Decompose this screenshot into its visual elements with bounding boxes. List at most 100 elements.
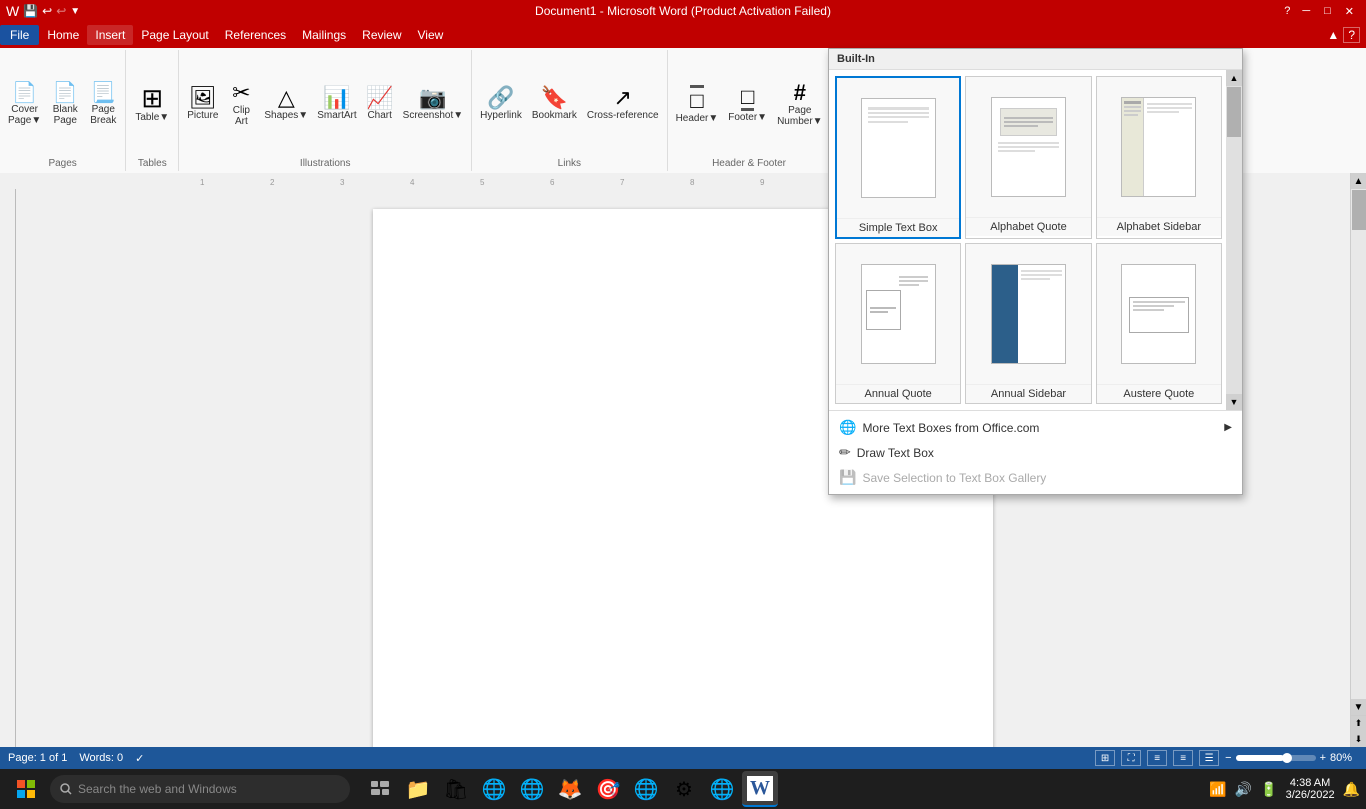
more-text-boxes-btn[interactable]: 🌐 More Text Boxes from Office.com ▶ bbox=[829, 415, 1242, 440]
zoom-level: 80% bbox=[1330, 752, 1358, 764]
chrome-btn[interactable]: 🌐 bbox=[514, 771, 550, 807]
hyperlink-btn[interactable]: 🔗 Hyperlink bbox=[476, 85, 526, 123]
scroll-thumb[interactable] bbox=[1352, 190, 1366, 230]
smartart-btn[interactable]: 📊 SmartArt bbox=[313, 85, 360, 123]
dropdown-scroll-down[interactable]: ▼ bbox=[1226, 394, 1242, 410]
title-text: Document1 - Microsoft Word (Product Acti… bbox=[535, 4, 831, 18]
prev-page-btn[interactable]: ⬆ bbox=[1351, 715, 1366, 731]
zoom-out-btn[interactable]: − bbox=[1225, 752, 1231, 764]
app7-btn[interactable]: 🌐 bbox=[628, 771, 664, 807]
taskbar-clock[interactable]: 4:38 AM 3/26/2022 bbox=[1286, 777, 1335, 801]
help-btn[interactable]: ? bbox=[1280, 5, 1294, 18]
menu-mailings[interactable]: Mailings bbox=[294, 25, 354, 45]
dropdown-item-simple-text-box[interactable]: Simple Text Box bbox=[835, 76, 961, 239]
taskview-btn[interactable] bbox=[362, 771, 398, 807]
app6-btn[interactable]: 🎯 bbox=[590, 771, 626, 807]
alphabet-quote-preview bbox=[966, 77, 1090, 217]
qat-undo[interactable]: ↩ bbox=[42, 4, 52, 18]
scroll-track bbox=[1351, 189, 1366, 699]
battery-icon: 🔋 bbox=[1260, 781, 1277, 798]
view-draft-btn[interactable]: ☰ bbox=[1199, 750, 1219, 766]
dropdown-item-alphabet-sidebar[interactable]: Alphabet Sidebar bbox=[1096, 76, 1222, 239]
cross-reference-btn[interactable]: ↗ Cross-reference bbox=[583, 85, 663, 123]
notification-btn[interactable]: 🔔 bbox=[1343, 781, 1360, 798]
menu-pagelayout[interactable]: Page Layout bbox=[133, 25, 216, 45]
dropdown-scroll-up[interactable]: ▲ bbox=[1226, 70, 1242, 86]
view-print-btn[interactable]: ⊞ bbox=[1095, 750, 1115, 766]
draw-text-box-btn[interactable]: ✏ Draw Text Box bbox=[829, 440, 1242, 465]
zoom-thumb[interactable] bbox=[1282, 753, 1292, 763]
file-explorer-btn[interactable]: 📁 bbox=[400, 771, 436, 807]
menu-home[interactable]: Home bbox=[39, 25, 87, 45]
page-break-btn[interactable]: 📃 PageBreak bbox=[85, 81, 121, 128]
app9-btn[interactable]: 🌐 bbox=[704, 771, 740, 807]
cover-page-btn[interactable]: 📄 CoverPage▼ bbox=[4, 81, 45, 128]
word-taskbar-btn[interactable]: W bbox=[742, 771, 778, 807]
menu-file[interactable]: File bbox=[0, 25, 39, 45]
qat-redo[interactable]: ↩ bbox=[56, 4, 66, 18]
edge-btn[interactable]: 🌐 bbox=[476, 771, 512, 807]
scroll-down-btn[interactable]: ▼ bbox=[1351, 699, 1366, 715]
shapes-btn[interactable]: △ Shapes▼ bbox=[260, 85, 312, 123]
dropdown-item-alphabet-quote[interactable]: Alphabet Quote bbox=[965, 76, 1091, 239]
qat-save[interactable]: 💾 bbox=[23, 4, 38, 18]
cover-page-label: CoverPage▼ bbox=[8, 104, 41, 126]
dropdown-item-austere-quote[interactable]: Austere Quote bbox=[1096, 243, 1222, 404]
bookmark-btn[interactable]: 🔖 Bookmark bbox=[528, 85, 581, 123]
dropdown-grid: Simple Text Box bbox=[829, 70, 1242, 410]
ribbon-group-header-footer: □ Header▼ □ Footer▼ # PageNumber▼ Header… bbox=[668, 50, 832, 171]
scrollbar-vertical[interactable]: ▲ ▼ ⬆ ⬇ bbox=[1350, 173, 1366, 747]
minimize-btn[interactable]: ─ bbox=[1296, 5, 1316, 18]
ribbon-group-illustrations: 🖼 Picture ✂ ClipArt △ Shapes▼ 📊 SmartArt… bbox=[179, 50, 472, 171]
shapes-icon: △ bbox=[278, 87, 295, 109]
close-btn[interactable]: ✕ bbox=[1339, 5, 1360, 18]
ribbon-help-btn[interactable]: ? bbox=[1343, 27, 1360, 43]
taskbar-search[interactable]: Search the web and Windows bbox=[50, 775, 350, 803]
qat-customize[interactable]: ▼ bbox=[70, 6, 80, 17]
maximize-btn[interactable]: □ bbox=[1318, 5, 1337, 18]
view-fullscreen-btn[interactable]: ⛶ bbox=[1121, 750, 1141, 766]
dropdown-item-annual-quote[interactable]: Annual Quote bbox=[835, 243, 961, 404]
start-button[interactable] bbox=[6, 769, 46, 809]
spell-check-icon[interactable]: ✓ bbox=[135, 752, 144, 765]
word-count: Words: 0 bbox=[79, 752, 123, 764]
more-text-boxes-icon: 🌐 bbox=[839, 419, 856, 436]
search-icon bbox=[60, 783, 72, 795]
view-outline-btn[interactable]: ≡ bbox=[1173, 750, 1193, 766]
chart-btn[interactable]: 📈 Chart bbox=[362, 85, 398, 123]
settings-btn[interactable]: ⚙ bbox=[666, 771, 702, 807]
chart-label: Chart bbox=[367, 110, 391, 121]
tables-group-label: Tables bbox=[138, 158, 167, 169]
menu-insert[interactable]: Insert bbox=[87, 25, 133, 45]
store-btn[interactable]: 🛍 bbox=[438, 771, 474, 807]
menu-view[interactable]: View bbox=[410, 25, 452, 45]
illustrations-group-label: Illustrations bbox=[300, 158, 351, 169]
table-btn[interactable]: ⊞ Table▼ bbox=[130, 83, 174, 125]
footer-btn[interactable]: □ Footer▼ bbox=[724, 84, 771, 125]
header-btn[interactable]: □ Header▼ bbox=[672, 83, 723, 126]
word-icon: W bbox=[6, 3, 19, 19]
dropdown-scroll-thumb[interactable] bbox=[1227, 87, 1241, 137]
menu-references[interactable]: References bbox=[217, 25, 294, 45]
page-number-icon: # bbox=[794, 82, 806, 104]
taskbar-apps: 📁 🛍 🌐 🌐 🦊 🎯 🌐 ⚙ 🌐 W bbox=[362, 771, 778, 807]
screenshot-icon: 📷 bbox=[419, 87, 446, 109]
ribbon-collapse-btn[interactable]: ▲ bbox=[1327, 28, 1339, 42]
textbox-dropdown: Built-In Simple Text Box bbox=[828, 48, 1243, 495]
scroll-up-btn[interactable]: ▲ bbox=[1351, 173, 1366, 189]
blank-page-btn[interactable]: 📄 BlankPage bbox=[47, 81, 83, 128]
clip-art-btn[interactable]: ✂ ClipArt bbox=[223, 80, 259, 129]
clip-art-label: ClipArt bbox=[233, 105, 250, 127]
page-number-btn[interactable]: # PageNumber▼ bbox=[773, 80, 826, 129]
menu-review[interactable]: Review bbox=[354, 25, 409, 45]
dropdown-scroll-track bbox=[1226, 86, 1242, 394]
firefox-btn[interactable]: 🦊 bbox=[552, 771, 588, 807]
dropdown-item-annual-sidebar[interactable]: Annual Sidebar bbox=[965, 243, 1091, 404]
zoom-in-btn[interactable]: + bbox=[1320, 752, 1326, 764]
next-page-btn[interactable]: ⬇ bbox=[1351, 731, 1366, 747]
screenshot-btn[interactable]: 📷 Screenshot▼ bbox=[399, 85, 467, 123]
picture-btn[interactable]: 🖼 Picture bbox=[183, 85, 222, 123]
dropdown-scrollbar[interactable]: ▲ ▼ bbox=[1226, 70, 1242, 410]
view-web-btn[interactable]: ≡ bbox=[1147, 750, 1167, 766]
zoom-slider[interactable] bbox=[1236, 755, 1316, 761]
